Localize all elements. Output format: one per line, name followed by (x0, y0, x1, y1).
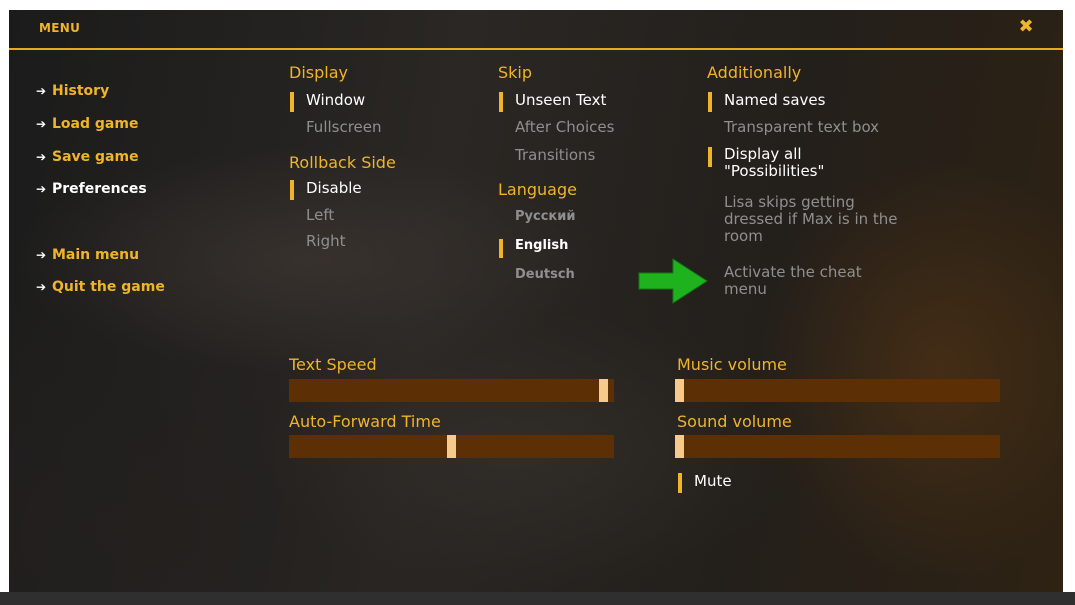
nav-item-preferences[interactable]: ➔ Preferences (36, 181, 147, 203)
selected-marker (678, 473, 682, 493)
selected-marker (708, 147, 712, 167)
option-label: Left (306, 206, 335, 224)
option-label: Display all "Possibilities" (724, 145, 825, 180)
rollback-title: Rollback Side (289, 153, 396, 172)
option-label: Transparent text box (724, 118, 880, 136)
display-title: Display (289, 63, 348, 82)
selected-marker (708, 92, 712, 112)
nav-item-quit-game[interactable]: ➔ Quit the game (36, 279, 165, 301)
bottom-strip (0, 592, 1075, 605)
nav-item-label: Main menu (52, 247, 140, 263)
option-label: Русский (515, 209, 576, 224)
option-label: Activate the cheat menu (724, 263, 862, 298)
option-label: Deutsch (515, 267, 575, 282)
selected-marker (290, 180, 294, 200)
chevron-right-icon: ➔ (36, 248, 47, 262)
text-speed-label: Text Speed (289, 355, 377, 374)
mute-label: Mute (694, 472, 732, 490)
nav-item-label: Save game (52, 149, 139, 165)
music-volume-slider[interactable] (675, 379, 1000, 402)
auto-forward-label: Auto-Forward Time (289, 412, 441, 431)
menu-title: MENU (39, 21, 81, 35)
chevron-right-icon: ➔ (36, 182, 47, 196)
game-screen: MENU ✖ ➔ History ➔ Load game ➔ Save game ➔ P… (9, 10, 1063, 592)
sound-volume-label: Sound volume (677, 412, 792, 431)
option-label: Disable (306, 179, 362, 197)
nav-item-save-game[interactable]: ➔ Save game (36, 149, 139, 171)
option-label: Window (306, 91, 366, 109)
nav-item-label: History (52, 83, 110, 99)
green-arrow-icon (638, 258, 708, 304)
option-label: Fullscreen (306, 118, 382, 136)
slider-thumb[interactable] (675, 435, 684, 458)
selected-marker (290, 92, 294, 112)
option-label: After Choices (515, 118, 615, 136)
language-title: Language (498, 180, 577, 199)
skip-title: Skip (498, 63, 533, 82)
close-x-icon[interactable]: ✖ (1016, 17, 1036, 37)
option-label: Lisa skips getting dressed if Max is in … (724, 193, 898, 245)
option-label: Transitions (515, 146, 596, 164)
sound-volume-slider[interactable] (675, 435, 1000, 458)
slider-thumb[interactable] (599, 379, 608, 402)
nav-item-history[interactable]: ➔ History (36, 83, 109, 105)
option-label: English (515, 238, 569, 253)
header-divider (9, 48, 1063, 50)
nav-item-label: Preferences (52, 181, 147, 197)
music-volume-label: Music volume (677, 355, 787, 374)
option-label: Unseen Text (515, 91, 607, 109)
menu-header: MENU ✖ (9, 10, 1063, 48)
text-speed-slider[interactable] (289, 379, 614, 402)
nav-item-load-game[interactable]: ➔ Load game (36, 116, 138, 138)
slider-thumb[interactable] (675, 379, 684, 402)
chevron-right-icon: ➔ (36, 150, 47, 164)
additionally-title: Additionally (707, 63, 802, 82)
slider-thumb[interactable] (447, 435, 456, 458)
nav-item-label: Quit the game (52, 279, 165, 295)
selected-marker (499, 92, 503, 112)
nav-item-label: Load game (52, 116, 139, 132)
selected-marker (499, 239, 503, 258)
nav-item-main-menu[interactable]: ➔ Main menu (36, 247, 139, 269)
option-label: Named saves (724, 91, 826, 109)
chevron-right-icon: ➔ (36, 84, 47, 98)
auto-forward-slider[interactable] (289, 435, 614, 458)
option-label: Right (306, 232, 346, 250)
chevron-right-icon: ➔ (36, 117, 47, 131)
chevron-right-icon: ➔ (36, 280, 47, 294)
